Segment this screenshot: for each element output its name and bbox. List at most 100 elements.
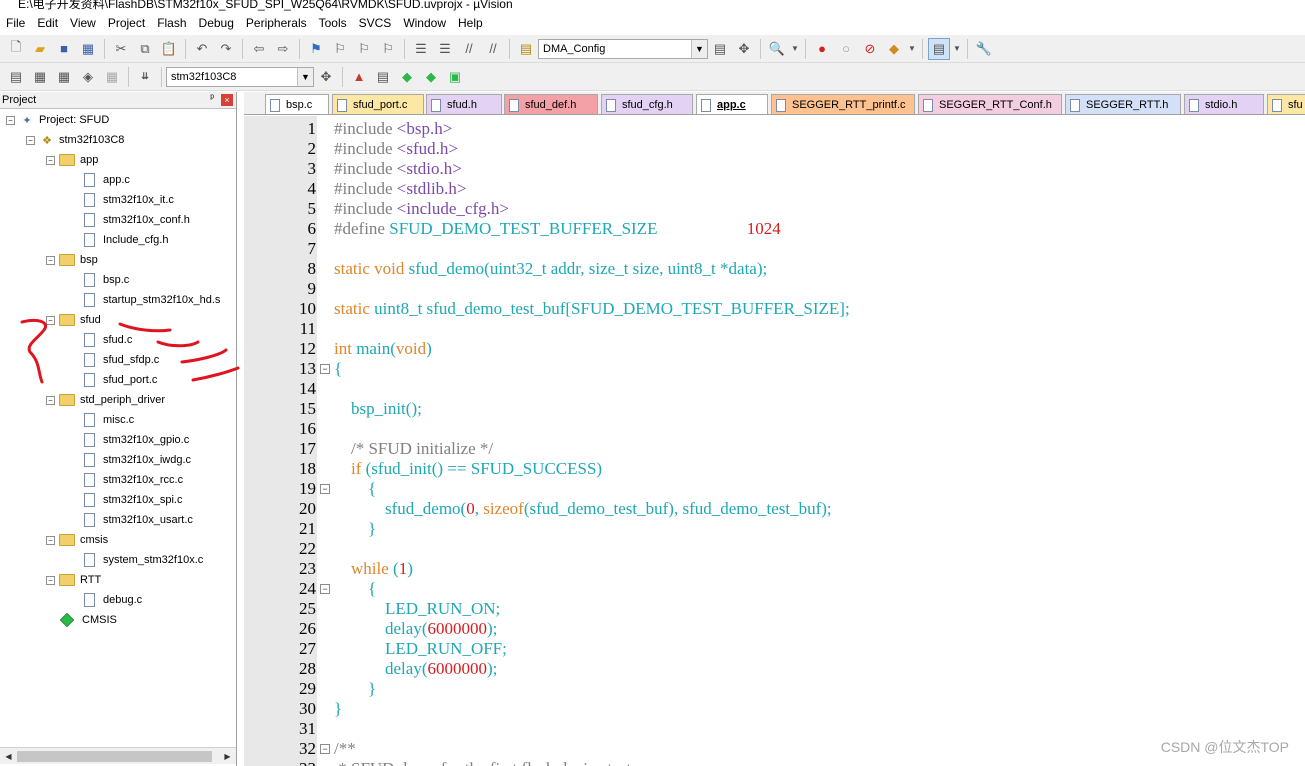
next-bookmark-icon[interactable]: ⚐ <box>353 38 375 60</box>
tree-file[interactable]: stm32f10x_gpio.c <box>84 430 189 450</box>
code-line[interactable]: 5 #include <include_cfg.h> <box>244 199 1305 219</box>
code-line[interactable]: 10 static uint8_t sfud_demo_test_buf[SFUD… <box>244 299 1305 319</box>
code-line[interactable]: 31 <box>244 719 1305 739</box>
tree-file[interactable]: Include_cfg.h <box>84 230 168 250</box>
fold-toggle-icon[interactable]: − <box>320 484 330 494</box>
chevron-down-icon[interactable]: ▼ <box>952 38 962 60</box>
window-layout-icon[interactable]: ▤ <box>928 37 950 60</box>
tree-file[interactable]: debug.c <box>84 590 142 610</box>
undo-icon[interactable]: ↶ <box>191 38 213 60</box>
tree-group-bsp[interactable]: − bsp <box>46 250 98 270</box>
paste-icon[interactable]: 📋 <box>158 38 180 60</box>
tree-file[interactable]: app.c <box>84 170 130 190</box>
kill-breakpoints-icon[interactable]: ⊘ <box>859 38 881 60</box>
tab-sfud-cfg-h[interactable]: sfud_cfg.h <box>601 94 693 114</box>
collapse-icon[interactable]: − <box>46 575 55 585</box>
code-line[interactable]: 24− { <box>244 579 1305 599</box>
open-folder-icon[interactable]: ▰ <box>29 38 51 60</box>
code-line[interactable]: 27 LED_RUN_OFF; <box>244 639 1305 659</box>
fold-toggle-icon[interactable]: − <box>320 364 330 374</box>
tab-sfud-def-h[interactable]: sfud_def.h <box>504 94 598 114</box>
pin-icon[interactable]: ᵖ <box>210 93 214 104</box>
collapse-icon[interactable]: − <box>46 255 55 265</box>
rebuild-icon[interactable]: ▦ <box>53 66 75 88</box>
batch-build-icon[interactable]: ◈ <box>77 66 99 88</box>
tree-project-root[interactable]: − ✦ Project: SFUD <box>6 110 109 130</box>
code-line[interactable]: 12 int main(void) <box>244 339 1305 359</box>
prev-bookmark-icon[interactable]: ⚐ <box>329 38 351 60</box>
clear-bookmarks-icon[interactable]: ⚐ <box>377 38 399 60</box>
nav-forward-icon[interactable]: ⇨ <box>272 38 294 60</box>
find-combo[interactable]: DMA_Config ▼ <box>538 38 708 59</box>
manage-components-icon[interactable]: ▤ <box>372 66 394 88</box>
code-line[interactable]: 13−{ <box>244 359 1305 379</box>
tab-segger-rtt-printf-c[interactable]: SEGGER_RTT_printf.c <box>771 94 915 114</box>
wrench-icon[interactable]: 🔧 <box>973 38 995 60</box>
scroll-thumb[interactable] <box>17 751 212 762</box>
indent-icon[interactable]: ☰ <box>410 38 432 60</box>
tree-file[interactable]: stm32f10x_usart.c <box>84 510 193 530</box>
tab-sfud-h[interactable]: sfud.h <box>426 94 502 114</box>
code-line[interactable]: 17 /* SFUD initialize */ <box>244 439 1305 459</box>
tree-group-app[interactable]: − app <box>46 150 98 170</box>
menu-flash[interactable]: Flash <box>151 12 192 34</box>
tab-sfu-truncated[interactable]: sfu <box>1267 94 1305 114</box>
run-time-env-icon[interactable]: ▣ <box>444 66 466 88</box>
collapse-icon[interactable]: − <box>26 135 35 145</box>
build-icon[interactable]: ▦ <box>29 66 51 88</box>
debug-session-icon[interactable]: 🔍 <box>766 38 788 60</box>
tree-file[interactable]: startup_stm32f10x_hd.s <box>84 290 220 310</box>
chevron-down-icon[interactable]: ▼ <box>907 38 917 60</box>
file-extensions-icon[interactable]: ▲ <box>348 66 370 88</box>
menu-svcs[interactable]: SVCS <box>353 12 398 34</box>
tree-file[interactable]: sfud_port.c <box>84 370 157 390</box>
code-editor[interactable]: 1 #include <bsp.h> 2 #include <sfud.h> 3 #inc… <box>244 116 1305 766</box>
collapse-icon[interactable]: − <box>6 115 15 125</box>
code-line[interactable]: 16 <box>244 419 1305 439</box>
collapse-icon[interactable]: − <box>46 315 55 325</box>
menu-peripherals[interactable]: Peripherals <box>240 12 313 34</box>
save-icon[interactable]: ■ <box>53 38 75 60</box>
collapse-icon[interactable]: − <box>46 155 55 165</box>
menu-file[interactable]: File <box>0 12 31 34</box>
close-icon[interactable]: × <box>221 94 233 106</box>
tree-group-sfud[interactable]: − sfud <box>46 310 101 330</box>
nav-back-icon[interactable]: ⇦ <box>248 38 270 60</box>
tree-file[interactable]: sfud_sfdp.c <box>84 350 159 370</box>
menu-view[interactable]: View <box>64 12 102 34</box>
code-line[interactable]: 25 LED_RUN_ON; <box>244 599 1305 619</box>
stop-build-icon[interactable]: ▦ <box>101 66 123 88</box>
code-line[interactable]: 1 #include <bsp.h> <box>244 119 1305 139</box>
tab-bsp-c[interactable]: bsp.c <box>265 94 329 114</box>
tree-file[interactable]: bsp.c <box>84 270 129 290</box>
code-line[interactable]: 26 delay(6000000); <box>244 619 1305 639</box>
tree-group-rtt[interactable]: − RTT <box>46 570 101 590</box>
menu-tools[interactable]: Tools <box>313 12 353 34</box>
code-line[interactable]: 29 } <box>244 679 1305 699</box>
tab-sfud-port-c[interactable]: sfud_port.c <box>332 94 424 114</box>
pack-installer-icon[interactable]: ◆ <box>396 66 418 88</box>
code-line[interactable]: 32−/** <box>244 739 1305 759</box>
translate-icon[interactable]: ▤ <box>5 66 27 88</box>
disabled-breakpoint-icon[interactable]: ○ <box>835 38 857 60</box>
chevron-down-icon[interactable]: ▼ <box>691 39 707 58</box>
code-line[interactable]: 3 #include <stdio.h> <box>244 159 1305 179</box>
collapse-icon[interactable]: − <box>46 535 55 545</box>
chevron-down-icon[interactable]: ▼ <box>790 38 800 60</box>
bookmark-icon[interactable]: ⚑ <box>305 38 327 60</box>
fold-toggle-icon[interactable]: − <box>320 744 330 754</box>
code-line[interactable]: 19− { <box>244 479 1305 499</box>
tree-target[interactable]: − ❖ stm32f103C8 <box>26 130 124 150</box>
save-all-icon[interactable]: ▦ <box>77 38 99 60</box>
redo-icon[interactable]: ↷ <box>215 38 237 60</box>
code-line[interactable]: 21 } <box>244 519 1305 539</box>
tree-file[interactable]: misc.c <box>84 410 134 430</box>
code-line[interactable]: 2 #include <sfud.h> <box>244 139 1305 159</box>
new-file-icon[interactable]: 🗋 <box>5 38 27 60</box>
tab-app-c[interactable]: app.c <box>696 94 768 114</box>
scroll-left-icon[interactable]: ◀ <box>2 750 15 763</box>
incremental-find-icon[interactable]: ✥ <box>733 38 755 60</box>
comment-icon[interactable]: // <box>458 38 480 60</box>
code-line[interactable]: 33 * SFUD demo for the first flash devic… <box>244 759 1305 766</box>
tree-file[interactable]: stm32f10x_it.c <box>84 190 174 210</box>
